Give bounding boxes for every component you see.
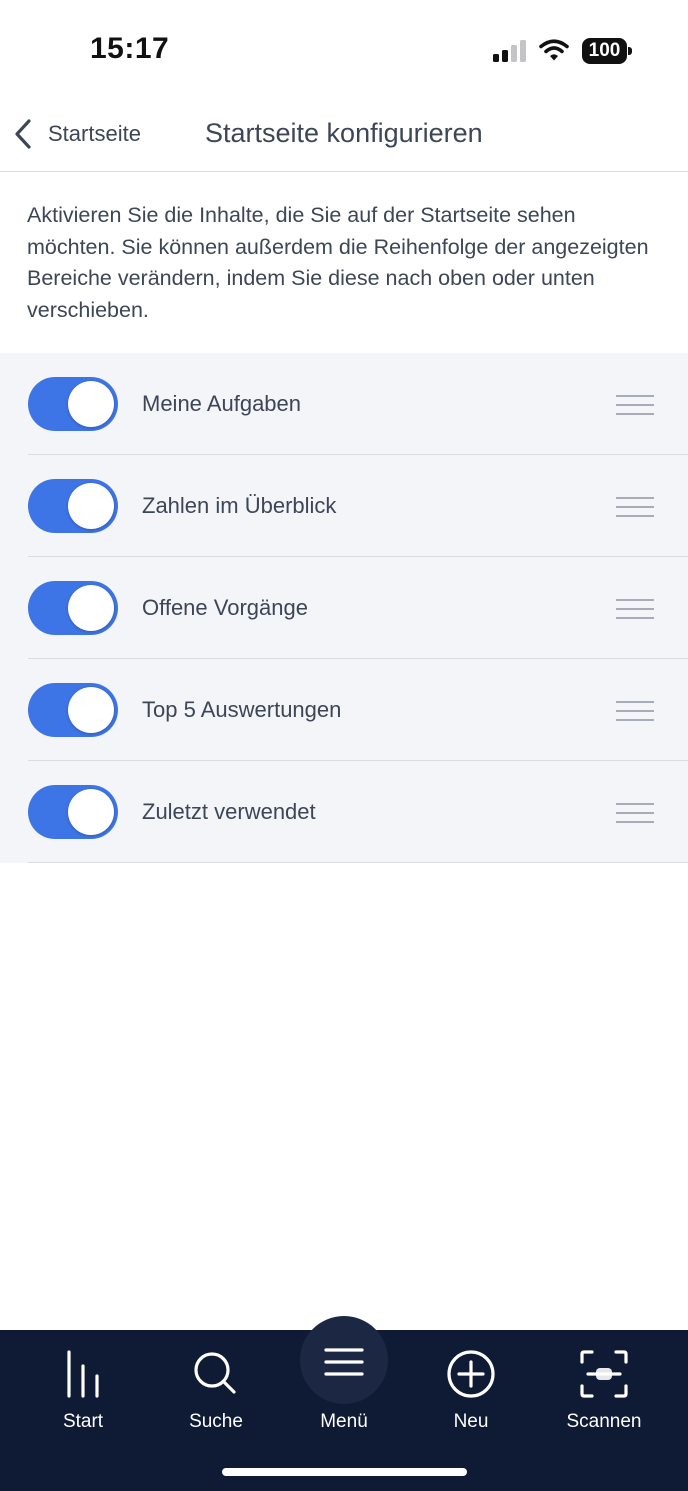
list-item-offene-vorgaenge: Offene Vorgänge bbox=[0, 557, 688, 659]
drag-handle-icon[interactable] bbox=[616, 497, 656, 517]
bar-chart-icon bbox=[67, 1350, 99, 1398]
tab-label: Neu bbox=[453, 1411, 489, 1432]
hamburger-menu-icon bbox=[324, 1348, 364, 1376]
tab-label: Suche bbox=[189, 1411, 243, 1432]
drag-handle-icon[interactable] bbox=[616, 701, 656, 721]
tab-label: Menü bbox=[320, 1411, 368, 1432]
item-label: Zahlen im Überblick bbox=[142, 493, 337, 518]
plus-circle-icon bbox=[447, 1350, 495, 1398]
tab-neu[interactable]: Neu bbox=[411, 1330, 531, 1440]
chevron-left-icon bbox=[15, 119, 31, 149]
tab-label: Start bbox=[62, 1411, 104, 1432]
search-icon bbox=[194, 1352, 236, 1394]
navigation-bar: Startseite Startseite konfigurieren bbox=[0, 100, 688, 172]
item-label: Top 5 Auswertungen bbox=[142, 697, 342, 722]
tab-scannen[interactable]: Scannen bbox=[544, 1330, 664, 1440]
battery-icon: 100 bbox=[582, 38, 632, 64]
tab-menue[interactable]: Menü bbox=[284, 1330, 404, 1440]
drag-handle-icon[interactable] bbox=[616, 803, 656, 823]
toggle-top-5-auswertungen[interactable] bbox=[28, 683, 118, 737]
list-item-zahlen-im-ueberblick: Zahlen im Überblick bbox=[0, 455, 688, 557]
item-label: Offene Vorgänge bbox=[142, 595, 308, 620]
wifi-icon bbox=[539, 39, 569, 61]
cellular-signal-icon bbox=[493, 40, 526, 62]
back-label: Startseite bbox=[48, 121, 141, 146]
toggle-offene-vorgaenge[interactable] bbox=[28, 581, 118, 635]
bottom-tab-bar: Start Suche Menü Neu Scannen bbox=[0, 1316, 688, 1491]
tab-start[interactable]: Start bbox=[23, 1330, 143, 1440]
home-sections-list: Meine Aufgaben Zahlen im Überblick Offen… bbox=[0, 353, 688, 863]
back-button[interactable]: Startseite bbox=[10, 112, 141, 156]
list-item-top-5-auswertungen: Top 5 Auswertungen bbox=[0, 659, 688, 761]
scan-icon bbox=[580, 1350, 628, 1398]
item-label: Meine Aufgaben bbox=[142, 391, 302, 416]
drag-handle-icon[interactable] bbox=[616, 599, 656, 619]
toggle-zahlen-im-ueberblick[interactable] bbox=[28, 479, 118, 533]
home-indicator bbox=[222, 1468, 467, 1476]
tab-suche[interactable]: Suche bbox=[156, 1330, 276, 1440]
status-bar: 15:17 100 bbox=[0, 0, 688, 100]
description-text: Aktivieren Sie die Inhalte, die Sie auf … bbox=[27, 203, 649, 322]
item-label: Zuletzt verwendet bbox=[142, 799, 316, 824]
battery-level: 100 bbox=[588, 40, 621, 61]
list-item-meine-aufgaben: Meine Aufgaben bbox=[0, 353, 688, 455]
page-title: Startseite konfigurieren bbox=[205, 118, 483, 148]
drag-handle-icon[interactable] bbox=[616, 395, 656, 415]
toggle-meine-aufgaben[interactable] bbox=[28, 377, 118, 431]
list-item-zuletzt-verwendet: Zuletzt verwendet bbox=[0, 761, 688, 863]
tab-label: Scannen bbox=[566, 1411, 642, 1432]
status-time: 15:17 bbox=[90, 32, 170, 65]
toggle-zuletzt-verwendet[interactable] bbox=[28, 785, 118, 839]
